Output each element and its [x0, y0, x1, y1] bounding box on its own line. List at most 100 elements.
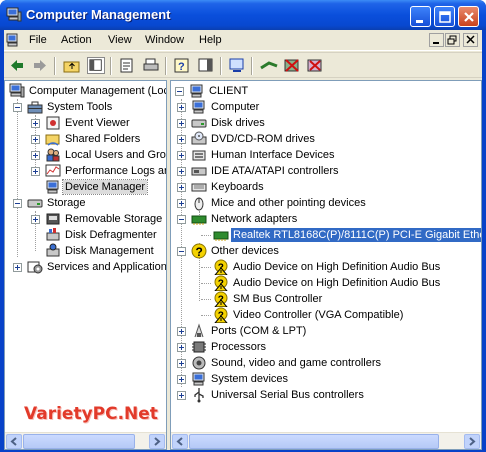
device-realtek-nic[interactable]: Realtek RTL8168C(P)/8111C(P) PCI-E Gigab…	[213, 227, 481, 243]
expand-icon[interactable]	[177, 135, 186, 144]
expand-icon[interactable]	[177, 199, 186, 208]
collapse-icon[interactable]	[177, 215, 186, 224]
collapse-icon[interactable]	[175, 87, 184, 96]
tree-item-computer-management[interactable]: Computer Management (Local)	[7, 83, 166, 99]
menu-action[interactable]: Action	[61, 34, 92, 46]
disable-device-icon[interactable]	[283, 57, 301, 74]
document-system-menu-icon[interactable]	[6, 33, 22, 48]
tree-label: Device Manager	[61, 179, 149, 195]
shared-folder-icon	[45, 134, 60, 146]
tree-item-system-tools[interactable]: System Tools	[11, 99, 166, 115]
expand-icon[interactable]	[31, 119, 40, 128]
expand-icon[interactable]	[177, 327, 186, 336]
left-horizontal-scrollbar[interactable]	[5, 432, 166, 449]
minimize-button[interactable]	[410, 6, 431, 27]
toolbar-separator	[165, 57, 167, 75]
title-bar[interactable]: Computer Management	[0, 0, 486, 30]
device-category[interactable]: Keyboards	[175, 179, 481, 195]
expand-icon[interactable]	[31, 135, 40, 144]
scroll-left-button[interactable]	[172, 434, 188, 449]
expand-icon[interactable]	[177, 151, 186, 160]
device-sm-bus-controller[interactable]: ? SM Bus Controller	[213, 291, 481, 307]
device-video-controller[interactable]: ? Video Controller (VGA Compatible)	[213, 307, 481, 323]
tree-item-services-and-applications[interactable]: Services and Applications	[11, 259, 166, 275]
expand-icon[interactable]	[177, 375, 186, 384]
collapse-icon[interactable]	[177, 247, 186, 256]
show-hide-tree-icon[interactable]	[87, 57, 105, 74]
up-folder-icon[interactable]	[63, 57, 81, 74]
chevron-left-icon	[176, 437, 183, 446]
device-category[interactable]: DVD/CD-ROM drives	[175, 131, 481, 147]
tree-item-disk-management[interactable]: Disk Management	[29, 243, 166, 259]
device-audio-2[interactable]: ? Audio Device on High Definition Audio …	[213, 275, 481, 291]
svg-text:?: ?	[196, 245, 203, 259]
tree-item-storage[interactable]: Storage	[11, 195, 166, 211]
expand-icon[interactable]	[177, 183, 186, 192]
properties-icon[interactable]	[118, 57, 136, 74]
device-category[interactable]: Sound, video and game controllers	[175, 355, 481, 371]
tree-item-performance-logs[interactable]: Performance Logs and Alerts	[29, 163, 166, 179]
scroll-right-button[interactable]	[149, 434, 165, 449]
expand-icon[interactable]	[177, 167, 186, 176]
expand-icon[interactable]	[31, 151, 40, 160]
scroll-left-button[interactable]	[6, 434, 22, 449]
unknown-device-warning-icon: ?	[214, 307, 228, 323]
expand-icon[interactable]	[31, 167, 40, 176]
device-manager-icon	[46, 180, 59, 194]
scan-hardware-icon[interactable]	[228, 57, 246, 74]
back-arrow-icon[interactable]	[8, 57, 26, 74]
device-category[interactable]: Processors	[175, 339, 481, 355]
device-category-other-devices[interactable]: ? Other devices	[175, 243, 481, 259]
device-category[interactable]: System devices	[175, 371, 481, 387]
tree-item-local-users[interactable]: Local Users and Groups	[29, 147, 166, 163]
forward-arrow-icon[interactable]	[31, 57, 49, 74]
device-category[interactable]: Disk drives	[175, 115, 481, 131]
tree-item-removable-storage[interactable]: Removable Storage	[29, 211, 166, 227]
scroll-thumb[interactable]	[23, 434, 135, 449]
device-category[interactable]: Computer	[175, 99, 481, 115]
right-horizontal-scrollbar[interactable]	[171, 432, 481, 449]
expand-icon[interactable]	[177, 343, 186, 352]
tree-label: Event Viewer	[65, 117, 130, 129]
menu-help[interactable]: Help	[199, 34, 222, 46]
device-category[interactable]: Universal Serial Bus controllers	[175, 387, 481, 403]
device-category[interactable]: Ports (COM & LPT)	[175, 323, 481, 339]
uninstall-device-icon[interactable]	[306, 57, 324, 74]
expand-icon[interactable]	[13, 263, 22, 272]
show-hide-action-pane-icon[interactable]	[197, 57, 215, 74]
scroll-thumb[interactable]	[189, 434, 439, 449]
unknown-device-icon: ?	[191, 243, 207, 259]
device-label: Realtek RTL8168C(P)/8111C(P) PCI-E Gigab…	[231, 228, 481, 242]
tree-item-disk-defragmenter[interactable]: Disk Defragmenter	[29, 227, 166, 243]
print-icon[interactable]	[142, 57, 160, 74]
menu-view[interactable]: View	[108, 34, 132, 46]
expand-icon[interactable]	[177, 119, 186, 128]
device-category-network-adapters[interactable]: Network adapters	[175, 211, 481, 227]
device-audio-1[interactable]: ? Audio Device on High Definition Audio …	[213, 259, 481, 275]
port-icon	[194, 323, 204, 338]
menu-file[interactable]: File	[29, 34, 47, 46]
mdi-close-button[interactable]	[463, 33, 478, 47]
maximize-button[interactable]	[434, 6, 455, 27]
tree-item-device-manager[interactable]: Device Manager	[29, 179, 166, 195]
close-button[interactable]	[458, 6, 479, 27]
mdi-restore-button[interactable]	[445, 33, 460, 47]
update-driver-icon[interactable]	[260, 57, 278, 74]
device-tree-root[interactable]: CLIENT	[173, 83, 481, 99]
expand-icon[interactable]	[31, 215, 40, 224]
tree-item-shared-folders[interactable]: Shared Folders	[29, 131, 166, 147]
collapse-icon[interactable]	[13, 103, 22, 112]
help-icon[interactable]: ?	[173, 57, 191, 74]
device-category[interactable]: Mice and other pointing devices	[175, 195, 481, 211]
expand-icon[interactable]	[177, 391, 186, 400]
device-category[interactable]: Human Interface Devices	[175, 147, 481, 163]
tree-item-event-viewer[interactable]: Event Viewer	[29, 115, 166, 131]
menu-window[interactable]: Window	[145, 34, 184, 46]
users-icon	[46, 148, 60, 162]
expand-icon[interactable]	[177, 103, 186, 112]
device-category[interactable]: IDE ATA/ATAPI controllers	[175, 163, 481, 179]
expand-icon[interactable]	[177, 359, 186, 368]
scroll-right-button[interactable]	[464, 434, 480, 449]
collapse-icon[interactable]	[13, 199, 22, 208]
mdi-minimize-button[interactable]	[429, 33, 444, 47]
